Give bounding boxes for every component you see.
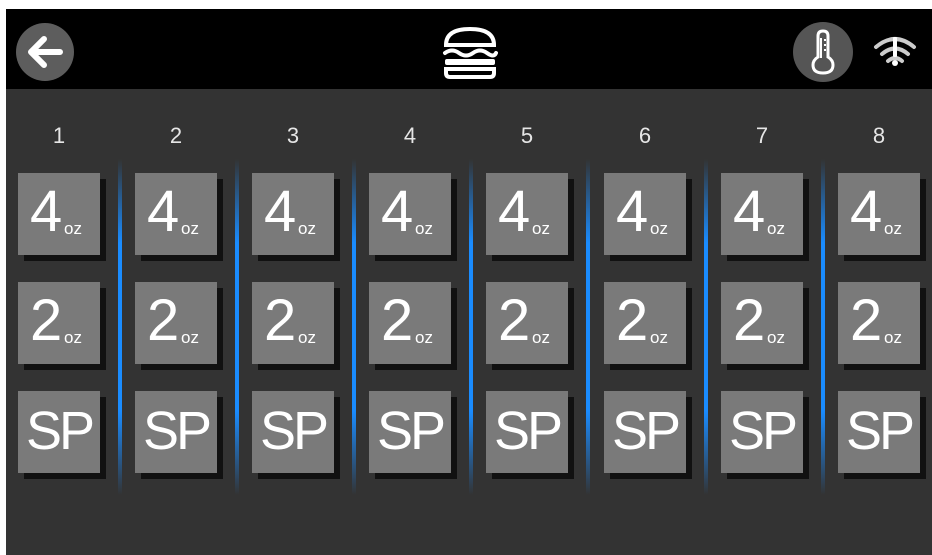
special-button[interactable]: SP <box>486 391 568 473</box>
portion-4oz-button[interactable]: 4 oz <box>486 173 568 255</box>
portion-value: 2 <box>616 288 648 353</box>
special-label: SP <box>376 401 446 461</box>
portion-unit: oz <box>650 219 668 238</box>
portion-value: 4 <box>264 179 296 244</box>
portion-2oz-button[interactable]: 2 oz <box>135 282 217 364</box>
special-label: SP <box>845 401 915 461</box>
portion-2oz-button[interactable]: 2 oz <box>252 282 334 364</box>
app-screen: 1 4 oz 2 oz SP 2 4 oz 2 oz SP 3 4 oz 2 oz SP 4 4 oz 2 oz SP 5 4 oz… <box>6 9 932 555</box>
lane-2: 2 4 oz 2 oz SP <box>123 89 240 555</box>
lane-divider <box>704 159 708 495</box>
portion-value: 4 <box>733 179 765 244</box>
lanes-area: 1 4 oz 2 oz SP 2 4 oz 2 oz SP 3 4 oz 2 oz SP 4 4 oz 2 oz SP 5 4 oz… <box>6 89 932 555</box>
portion-unit: oz <box>650 328 668 347</box>
portion-unit: oz <box>767 328 785 347</box>
lane-number: 1 <box>52 123 66 148</box>
portion-unit: oz <box>181 219 199 238</box>
portion-unit: oz <box>767 219 785 238</box>
lane-5: 5 4 oz 2 oz SP <box>474 89 591 555</box>
portion-2oz-button[interactable]: 2 oz <box>18 282 100 364</box>
portion-value: 2 <box>30 288 62 353</box>
special-button[interactable]: SP <box>135 391 217 473</box>
special-button[interactable]: SP <box>369 391 451 473</box>
portion-value: 2 <box>147 288 179 353</box>
portion-4oz-button[interactable]: 4 oz <box>721 173 803 255</box>
thermometer-icon <box>811 29 835 75</box>
portion-4oz-button[interactable]: 4 oz <box>369 173 451 255</box>
portion-unit: oz <box>884 328 902 347</box>
portion-unit: oz <box>64 219 82 238</box>
lane-1: 1 4 oz 2 oz SP <box>6 89 123 555</box>
wifi-alert-icon <box>874 37 916 66</box>
portion-2oz-button[interactable]: 2 oz <box>721 282 803 364</box>
portion-unit: oz <box>415 328 433 347</box>
back-button[interactable] <box>16 23 74 81</box>
portion-4oz-button[interactable]: 4 oz <box>135 173 217 255</box>
lane-3: 3 4 oz 2 oz SP <box>240 89 357 555</box>
portion-value: 4 <box>147 179 179 244</box>
portion-unit: oz <box>884 219 902 238</box>
special-label: SP <box>142 401 212 461</box>
temperature-button[interactable] <box>793 22 853 82</box>
lane-divider <box>235 159 239 495</box>
portion-value: 2 <box>381 288 413 353</box>
portion-unit: oz <box>532 219 550 238</box>
lane-number: 5 <box>520 123 534 148</box>
portion-value: 4 <box>30 179 62 244</box>
portion-unit: oz <box>64 328 82 347</box>
top-bar <box>6 9 932 89</box>
lane-divider <box>469 159 473 495</box>
lane-number: 2 <box>169 123 183 148</box>
lane-number: 6 <box>638 123 652 148</box>
portion-unit: oz <box>415 219 433 238</box>
special-button[interactable]: SP <box>252 391 334 473</box>
portion-unit: oz <box>181 328 199 347</box>
portion-value: 4 <box>381 179 413 244</box>
portion-value: 4 <box>616 179 648 244</box>
lane-divider <box>118 159 122 495</box>
lane-6: 6 4 oz 2 oz SP <box>592 89 709 555</box>
special-label: SP <box>493 401 563 461</box>
lane-number: 3 <box>286 123 300 148</box>
portion-unit: oz <box>298 219 316 238</box>
lane-number: 4 <box>403 123 417 148</box>
portion-value: 2 <box>264 288 296 353</box>
portion-unit: oz <box>532 328 550 347</box>
special-label: SP <box>728 401 798 461</box>
portion-4oz-button[interactable]: 4 oz <box>838 173 920 255</box>
lane-divider <box>586 159 590 495</box>
lane-divider <box>352 159 356 495</box>
lane-number: 8 <box>872 123 886 148</box>
special-label: SP <box>611 401 681 461</box>
portion-value: 2 <box>850 288 882 353</box>
lane-8: 8 4 oz 2 oz SP <box>826 89 932 555</box>
special-button[interactable]: SP <box>18 391 100 473</box>
burger-icon <box>443 26 498 79</box>
lane-divider <box>821 159 825 495</box>
portion-value: 4 <box>850 179 882 244</box>
lane-4: 4 4 oz 2 oz SP <box>357 89 474 555</box>
special-label: SP <box>259 401 329 461</box>
portion-unit: oz <box>298 328 316 347</box>
portion-2oz-button[interactable]: 2 oz <box>369 282 451 364</box>
portion-value: 2 <box>733 288 765 353</box>
lane-number: 7 <box>755 123 769 148</box>
special-button[interactable]: SP <box>838 391 920 473</box>
special-button[interactable]: SP <box>721 391 803 473</box>
special-button[interactable]: SP <box>604 391 686 473</box>
special-label: SP <box>25 401 95 461</box>
lane-7: 7 4 oz 2 oz SP <box>709 89 826 555</box>
portion-value: 4 <box>498 179 530 244</box>
portion-2oz-button[interactable]: 2 oz <box>838 282 920 364</box>
portion-4oz-button[interactable]: 4 oz <box>252 173 334 255</box>
portion-2oz-button[interactable]: 2 oz <box>604 282 686 364</box>
portion-4oz-button[interactable]: 4 oz <box>18 173 100 255</box>
portion-value: 2 <box>498 288 530 353</box>
portion-4oz-button[interactable]: 4 oz <box>604 173 686 255</box>
portion-2oz-button[interactable]: 2 oz <box>486 282 568 364</box>
arrow-left-icon <box>28 36 63 68</box>
